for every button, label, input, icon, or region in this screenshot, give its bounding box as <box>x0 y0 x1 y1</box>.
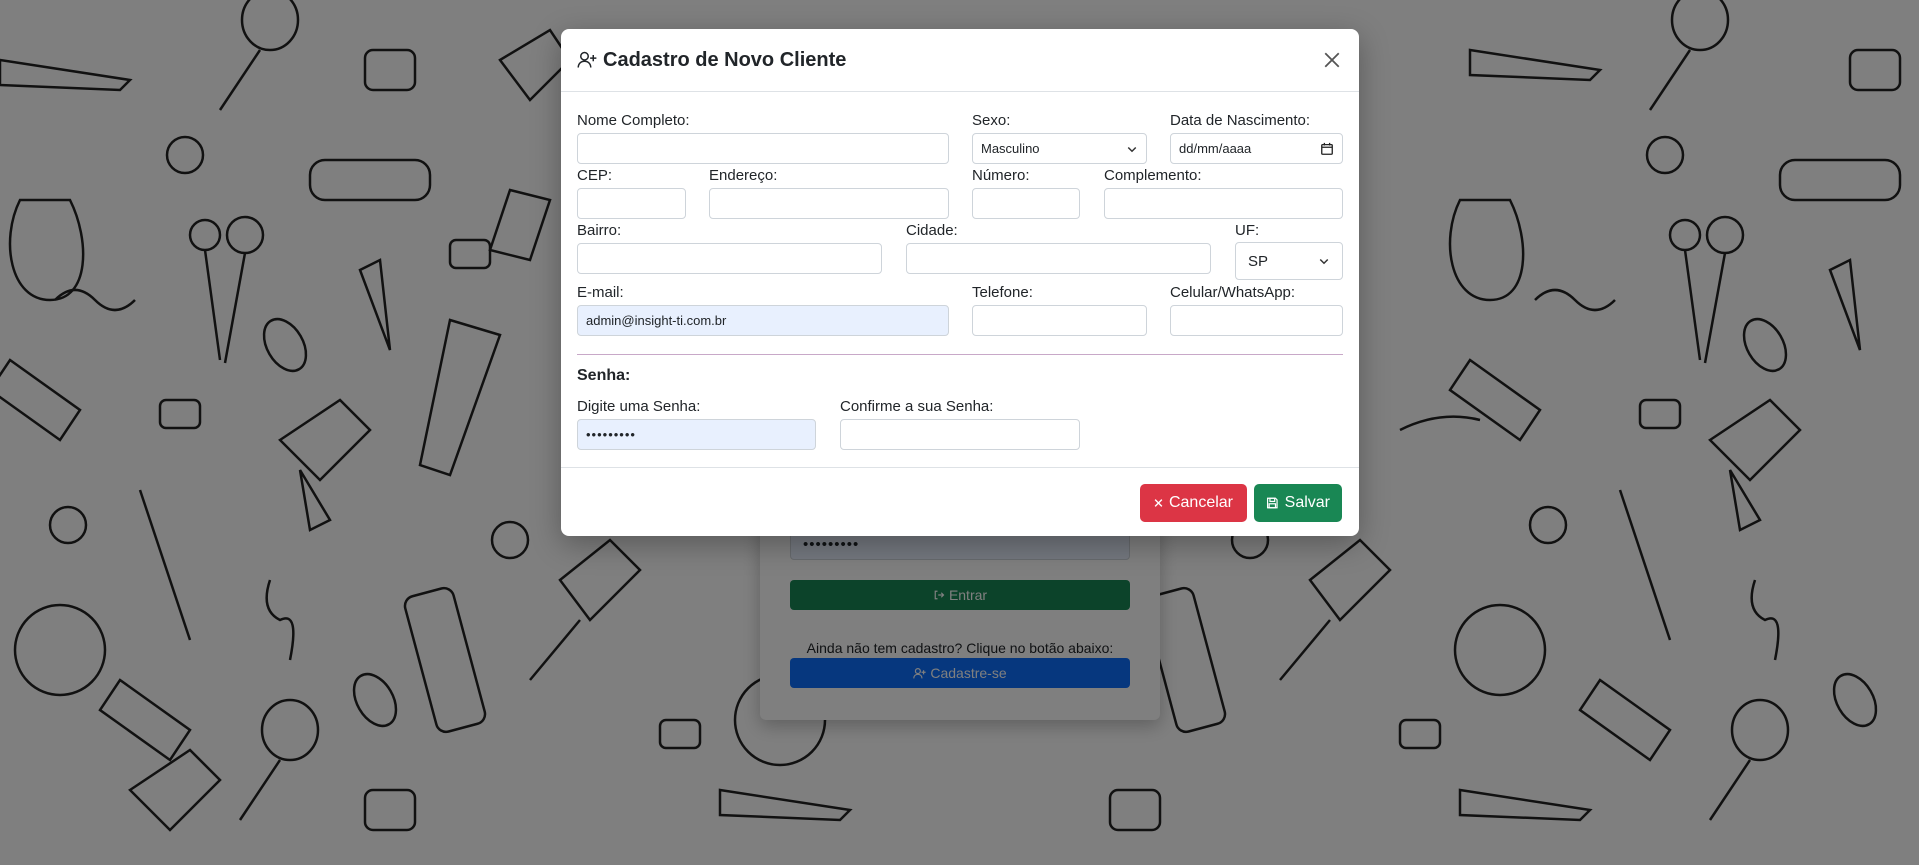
close-button[interactable] <box>1319 47 1345 73</box>
modal-footer: Cancelar Salvar <box>561 467 1359 536</box>
sexo-selected: Masculino <box>981 141 1040 156</box>
new-client-modal: Cadastro de Novo Cliente Nome Completo: … <box>561 29 1359 536</box>
nascimento-label: Data de Nascimento: <box>1170 112 1311 129</box>
section-divider <box>577 354 1343 355</box>
save-label: Salvar <box>1284 494 1330 511</box>
numero-input[interactable] <box>972 188 1080 219</box>
uf-selected: SP <box>1248 252 1269 270</box>
chevron-down-icon <box>1319 258 1329 265</box>
email-label: E-mail: <box>577 284 624 301</box>
cidade-input[interactable] <box>906 243 1211 274</box>
chevron-down-icon <box>1127 146 1137 152</box>
endereco-input[interactable] <box>709 188 949 219</box>
x-icon <box>1154 499 1163 507</box>
sexo-label: Sexo: <box>972 112 1011 129</box>
cep-label: CEP: <box>577 167 613 184</box>
modal-header: Cadastro de Novo Cliente <box>561 29 1359 92</box>
save-button[interactable]: Salvar <box>1254 484 1342 522</box>
modal-title: Cadastro de Novo Cliente <box>577 49 846 72</box>
confirma-senha-input[interactable] <box>840 419 1080 450</box>
confirma-senha-label: Confirme a sua Senha: <box>840 398 994 415</box>
telefone-label: Telefone: <box>972 284 1033 301</box>
person-plus-icon <box>577 51 597 68</box>
bairro-input[interactable] <box>577 243 882 274</box>
telefone-input[interactable] <box>972 305 1147 336</box>
sexo-select[interactable]: Masculino <box>972 133 1147 164</box>
modal-body: Nome Completo: Sexo: Masculino Data de N… <box>561 92 1359 468</box>
numero-label: Número: <box>972 167 1030 184</box>
modal-title-text: Cadastro de Novo Cliente <box>603 48 847 71</box>
senha-label: Digite uma Senha: <box>577 398 701 415</box>
uf-label: UF: <box>1235 222 1260 239</box>
celular-label: Celular/WhatsApp: <box>1170 284 1296 301</box>
endereco-label: Endereço: <box>709 167 778 184</box>
nome-label: Nome Completo: <box>577 112 690 129</box>
nascimento-placeholder: dd/mm/aaaa <box>1179 141 1252 156</box>
complemento-label: Complemento: <box>1104 167 1202 184</box>
complemento-input[interactable] <box>1104 188 1343 219</box>
nascimento-date-input[interactable]: dd/mm/aaaa <box>1170 133 1343 164</box>
celular-input[interactable] <box>1170 305 1343 336</box>
calendar-icon <box>1321 142 1333 155</box>
cidade-label: Cidade: <box>906 222 958 239</box>
senha-section-title: Senha: <box>577 367 631 384</box>
uf-select[interactable]: SP <box>1235 242 1343 280</box>
senha-input[interactable]: ••••••••• <box>577 419 816 450</box>
email-input[interactable]: admin@insight-ti.com.br <box>577 305 949 336</box>
floppy-disk-icon <box>1266 497 1278 509</box>
cep-input[interactable] <box>577 188 686 219</box>
cancel-button[interactable]: Cancelar <box>1140 484 1247 522</box>
close-icon <box>1324 52 1340 68</box>
nome-input[interactable] <box>577 133 949 164</box>
cancel-label: Cancelar <box>1168 494 1233 511</box>
bairro-label: Bairro: <box>577 222 622 239</box>
